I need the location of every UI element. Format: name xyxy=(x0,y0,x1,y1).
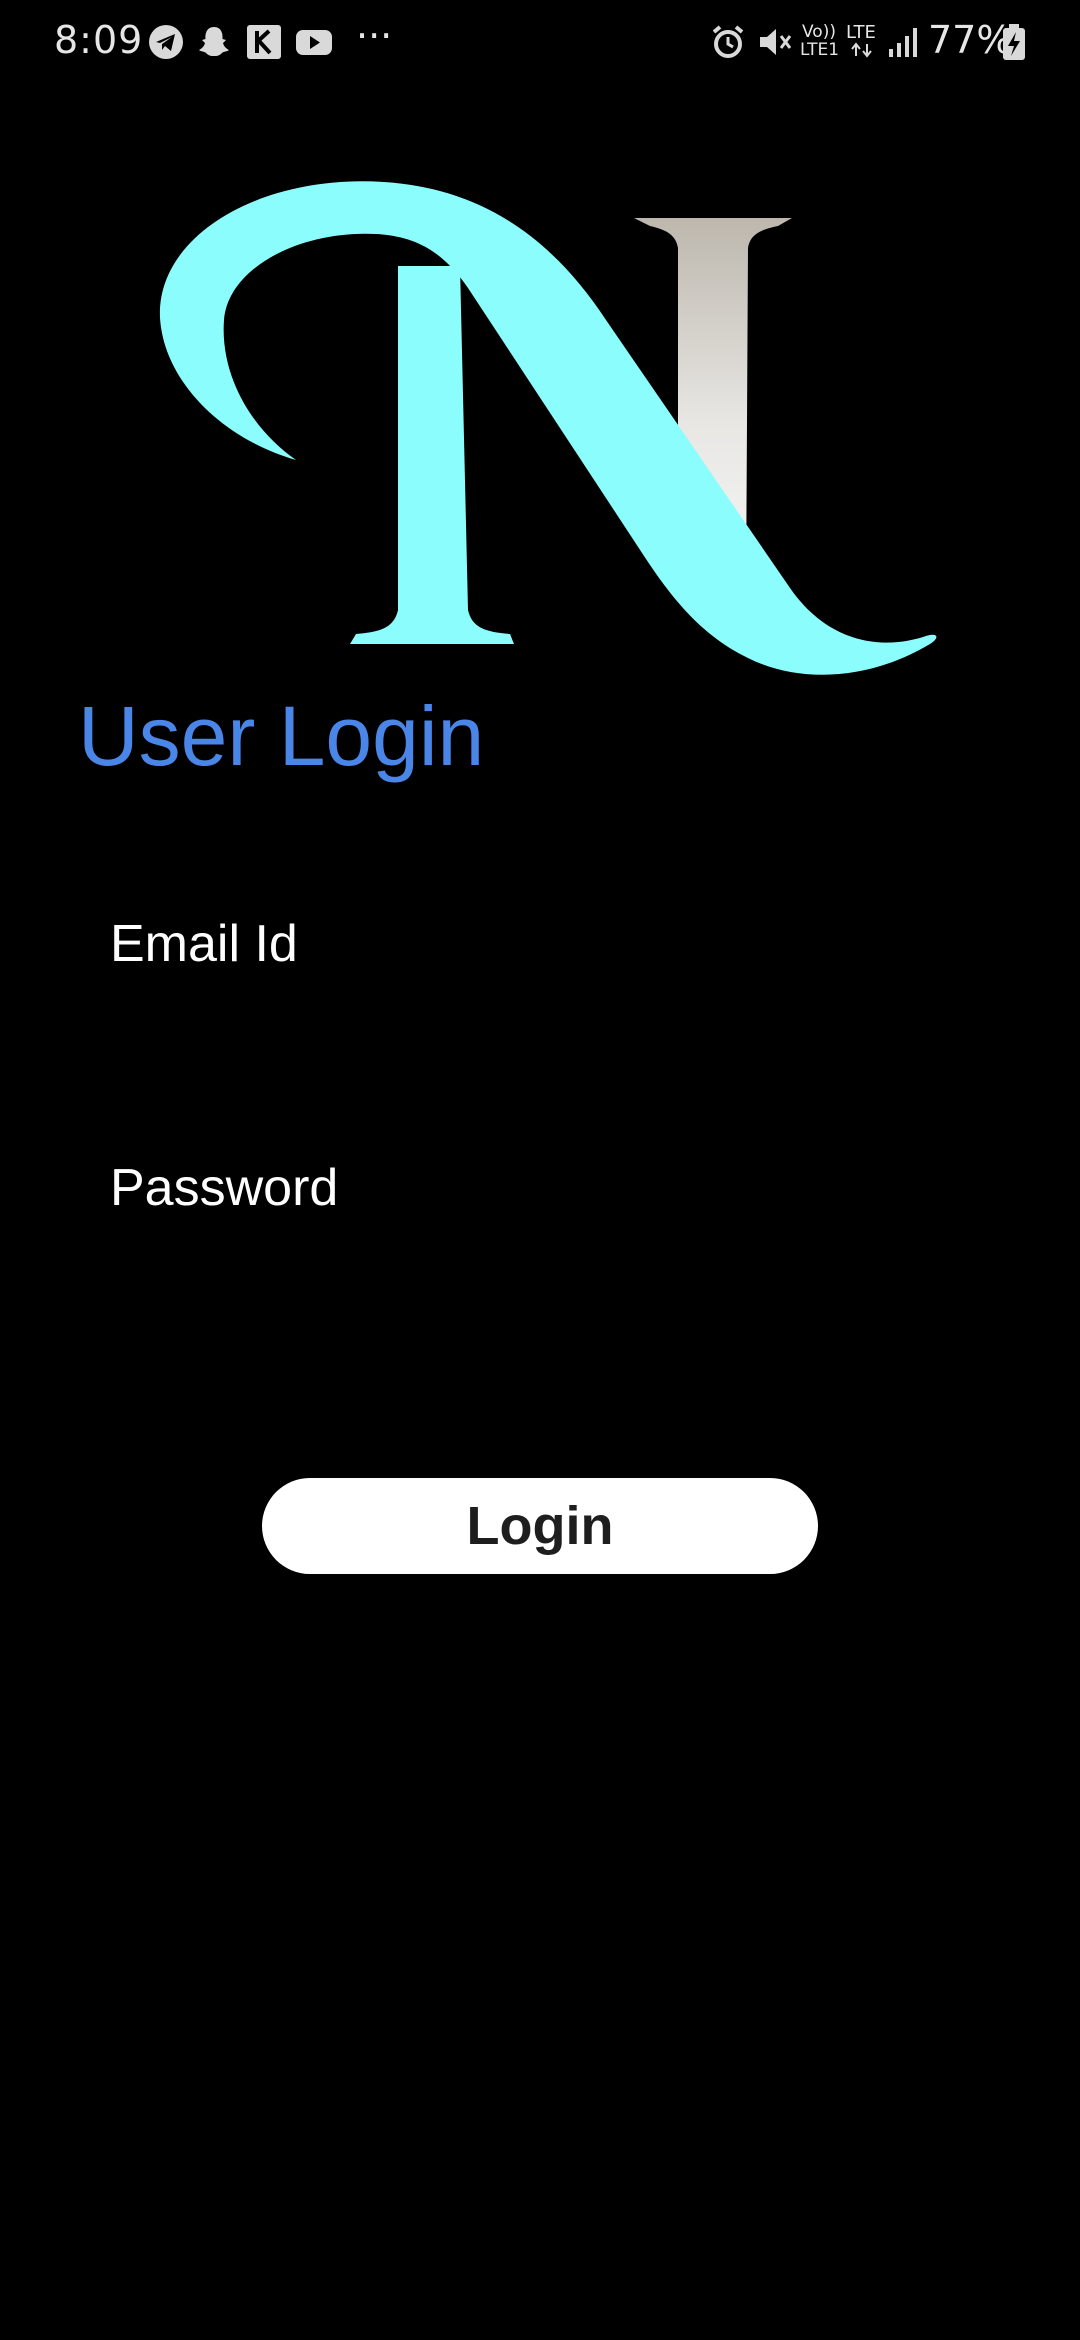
k-app-icon xyxy=(247,25,281,59)
battery-charging-icon xyxy=(1003,24,1025,60)
signal-icon xyxy=(889,28,917,57)
password-field-container: Password xyxy=(78,1162,1002,1312)
lte-label: LTE xyxy=(846,22,876,43)
page-title: User Login xyxy=(78,689,485,783)
email-label: Email Id xyxy=(110,915,298,973)
n-logo xyxy=(159,181,937,675)
logo-swoosh xyxy=(159,181,937,675)
lte1-label: LTE1 xyxy=(800,40,840,60)
mute-icon xyxy=(760,29,792,55)
snapchat-icon xyxy=(199,27,229,56)
status-bar: 8:09 ··· Vo)) LTE1 LTE 77% xyxy=(0,0,1080,84)
logo-stem xyxy=(350,266,514,644)
email-input[interactable] xyxy=(110,998,994,1060)
data-arrows-icon xyxy=(851,42,872,58)
password-input[interactable] xyxy=(110,1242,994,1304)
alarm-icon xyxy=(712,25,744,58)
email-field-container: Email Id xyxy=(78,918,1002,1068)
volte-label: Vo)) xyxy=(802,22,836,42)
telegram-icon xyxy=(149,25,183,59)
youtube-icon xyxy=(296,30,332,55)
more-notifications-icon: ··· xyxy=(356,14,393,58)
status-time: 8:09 xyxy=(54,18,144,62)
password-label: Password xyxy=(110,1159,339,1217)
login-button[interactable]: Login xyxy=(262,1478,818,1574)
